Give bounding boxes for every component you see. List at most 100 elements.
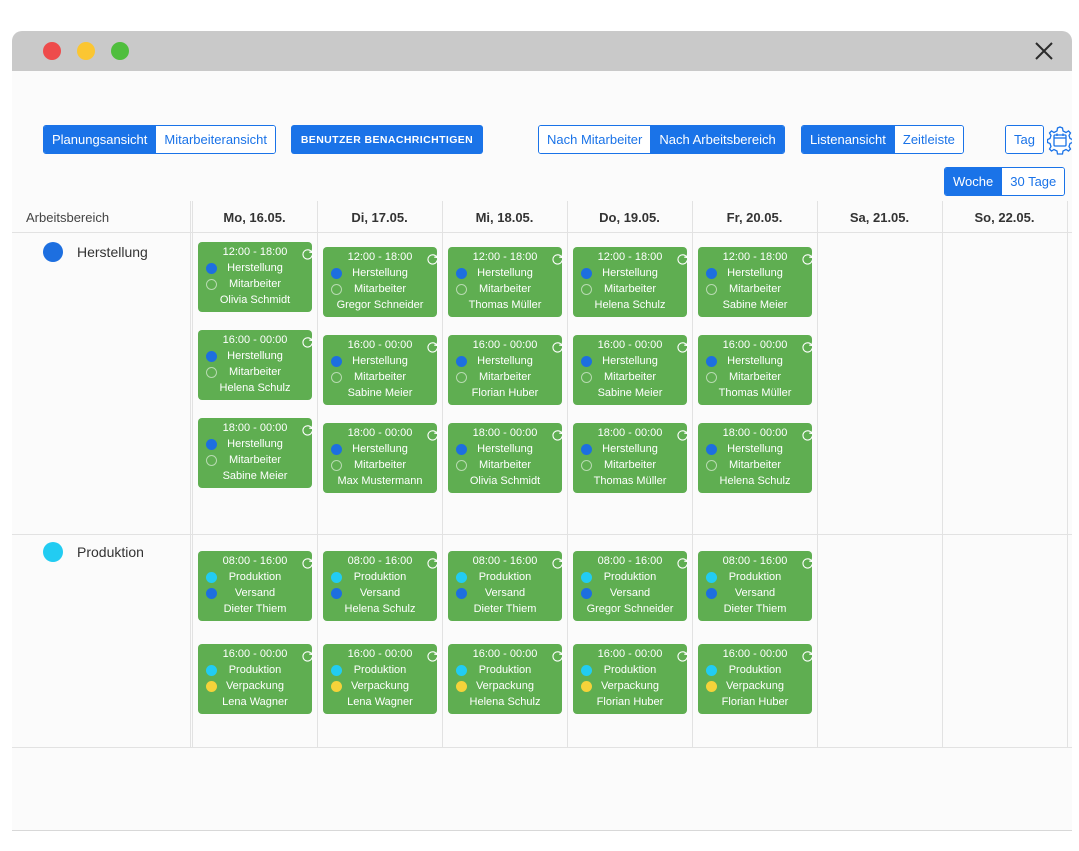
shift-card[interactable]: 12:00 - 18:00 Herstellung Mitarbeiter Helen… bbox=[573, 247, 688, 317]
shift-area: Herstellung bbox=[477, 267, 533, 279]
shift-area: Produktion bbox=[478, 664, 532, 676]
shift-card[interactable]: 08:00 - 16:00 Produktion Versand Gregor Sch… bbox=[573, 551, 688, 621]
shift-role: Versand bbox=[609, 587, 651, 599]
shift-area: Produktion bbox=[228, 571, 282, 583]
shift-employee: Max Mustermann bbox=[337, 475, 423, 487]
area-indicator-dot bbox=[206, 665, 217, 676]
shift-employee: Dieter Thiem bbox=[473, 603, 537, 615]
tab-tag[interactable]: Tag bbox=[1006, 126, 1043, 153]
shift-employee: Dieter Thiem bbox=[223, 603, 287, 615]
shift-role: Mitarbeiter bbox=[604, 283, 656, 295]
shift-time: 16:00 - 00:00 bbox=[222, 648, 288, 660]
area-indicator-dot bbox=[331, 444, 342, 455]
shift-card[interactable]: 18:00 - 00:00 Herstellung Mitarbeiter Olivi… bbox=[448, 423, 563, 493]
grid-divider bbox=[692, 201, 693, 747]
shift-time: 08:00 - 16:00 bbox=[222, 555, 288, 567]
shift-card[interactable]: 16:00 - 00:00 Produktion Verpackung Florian… bbox=[698, 644, 813, 714]
area-name: Herstellung bbox=[77, 244, 148, 260]
role-indicator-dot bbox=[456, 681, 467, 692]
shift-role: Mitarbeiter bbox=[729, 371, 781, 383]
tab-mitarbeiteransicht[interactable]: Mitarbeiteransicht bbox=[156, 126, 276, 153]
shift-time: 08:00 - 16:00 bbox=[722, 555, 788, 567]
column-header-day: Do, 19.05. bbox=[599, 209, 660, 225]
shift-card[interactable]: 16:00 - 00:00 Produktion Verpackung Florian… bbox=[573, 644, 688, 714]
shift-area: Produktion bbox=[603, 571, 657, 583]
tab-30-tage[interactable]: 30 Tage bbox=[1002, 168, 1065, 195]
column-header-arbeitsbereich: Arbeitsbereich bbox=[26, 209, 110, 225]
tab-nach-arbeitsbereich[interactable]: Nach Arbeitsbereich bbox=[651, 126, 784, 153]
shift-time: 12:00 - 18:00 bbox=[222, 246, 288, 258]
shift-card[interactable]: 16:00 - 00:00 Produktion Verpackung Helena … bbox=[448, 644, 563, 714]
shift-employee: Lena Wagner bbox=[347, 696, 413, 708]
shift-card[interactable]: 16:00 - 00:00 Herstellung Mitarbeiter Sabin… bbox=[323, 335, 438, 405]
notify-users-button[interactable]: BENUTZER BENACHRICHTIGEN bbox=[291, 125, 483, 154]
shift-role: Versand bbox=[359, 587, 401, 599]
shift-card[interactable]: 18:00 - 00:00 Herstellung Mitarbeiter Max M… bbox=[323, 423, 438, 493]
shift-time: 18:00 - 00:00 bbox=[222, 422, 288, 434]
group-toggle: Nach Mitarbeiter Nach Arbeitsbereich bbox=[538, 125, 785, 154]
shift-card[interactable]: 16:00 - 00:00 Herstellung Mitarbeiter Helen… bbox=[198, 330, 313, 400]
role-indicator-dot bbox=[206, 455, 217, 466]
tab-zeitleiste[interactable]: Zeitleiste bbox=[894, 126, 963, 153]
role-indicator-dot bbox=[706, 284, 717, 295]
shift-card[interactable]: 16:00 - 00:00 Herstellung Mitarbeiter Sabin… bbox=[573, 335, 688, 405]
shift-card[interactable]: 16:00 - 00:00 Produktion Verpackung Lena Wa… bbox=[323, 644, 438, 714]
shift-card[interactable]: 08:00 - 16:00 Produktion Versand Helena Sch… bbox=[323, 551, 438, 621]
shift-card[interactable]: 16:00 - 00:00 Herstellung Mitarbeiter Flori… bbox=[448, 335, 563, 405]
grid-divider bbox=[567, 201, 568, 747]
shift-time: 16:00 - 00:00 bbox=[472, 648, 538, 660]
shift-area: Herstellung bbox=[727, 267, 783, 279]
column-header-day: Mi, 18.05. bbox=[475, 209, 534, 225]
minimize-window-dot[interactable] bbox=[77, 42, 95, 60]
area-indicator-dot bbox=[706, 268, 717, 279]
range-toggle: Woche 30 Tage bbox=[944, 167, 1066, 196]
role-indicator-dot bbox=[331, 284, 342, 295]
shift-time: 12:00 - 18:00 bbox=[722, 251, 788, 263]
shift-card[interactable]: 18:00 - 00:00 Herstellung Mitarbeiter Thoma… bbox=[573, 423, 688, 493]
shift-time: 12:00 - 18:00 bbox=[597, 251, 663, 263]
grid-divider bbox=[1067, 201, 1068, 747]
role-indicator-dot bbox=[581, 681, 592, 692]
close-window-dot[interactable] bbox=[43, 42, 61, 60]
shift-card[interactable]: 16:00 - 00:00 Produktion Verpackung Lena Wa… bbox=[198, 644, 313, 714]
area-indicator-dot bbox=[456, 665, 467, 676]
area-name: Produktion bbox=[77, 544, 144, 560]
shift-area: Produktion bbox=[728, 664, 782, 676]
tab-planungsansicht[interactable]: Planungsansicht bbox=[44, 126, 157, 153]
grid-divider bbox=[817, 201, 818, 747]
shift-employee: Thomas Müller bbox=[468, 299, 542, 311]
title-bar bbox=[12, 31, 1072, 71]
shift-area: Herstellung bbox=[477, 443, 533, 455]
role-indicator-dot bbox=[331, 681, 342, 692]
close-icon[interactable] bbox=[1032, 39, 1056, 63]
day-header-row: Arbeitsbereich Mo, 16.05. Di, 17.05. Mi, 1… bbox=[12, 201, 1072, 233]
role-indicator-dot bbox=[706, 681, 717, 692]
shift-area: Herstellung bbox=[602, 443, 658, 455]
shift-card[interactable]: 12:00 - 18:00 Herstellung Mitarbeiter Grego… bbox=[323, 247, 438, 317]
shift-role: Mitarbeiter bbox=[354, 459, 406, 471]
column-header-day: So, 22.05. bbox=[974, 209, 1035, 225]
shift-role: Mitarbeiter bbox=[229, 278, 281, 290]
shift-card[interactable]: 08:00 - 16:00 Produktion Versand Dieter Thi… bbox=[198, 551, 313, 621]
shift-card[interactable]: 16:00 - 00:00 Herstellung Mitarbeiter Thoma… bbox=[698, 335, 813, 405]
shift-card[interactable]: 12:00 - 18:00 Herstellung Mitarbeiter Olivi… bbox=[198, 242, 313, 312]
role-indicator-dot bbox=[206, 367, 217, 378]
tab-nach-mitarbeiter[interactable]: Nach Mitarbeiter bbox=[539, 126, 652, 153]
tab-woche[interactable]: Woche bbox=[945, 168, 1003, 195]
shift-card[interactable]: 12:00 - 18:00 Herstellung Mitarbeiter Thoma… bbox=[448, 247, 563, 317]
shift-card[interactable]: 18:00 - 00:00 Herstellung Mitarbeiter Sabin… bbox=[198, 418, 313, 488]
shift-role: Versand bbox=[234, 587, 276, 599]
calendar-settings-icon[interactable] bbox=[1047, 125, 1072, 155]
role-indicator-dot bbox=[456, 588, 467, 599]
shift-card[interactable]: 08:00 - 16:00 Produktion Versand Dieter Thi… bbox=[448, 551, 563, 621]
tab-listenansicht[interactable]: Listenansicht bbox=[802, 126, 895, 153]
shift-role: Verpackung bbox=[350, 680, 410, 692]
shift-card[interactable]: 08:00 - 16:00 Produktion Versand Dieter Thi… bbox=[698, 551, 813, 621]
role-indicator-dot bbox=[706, 372, 717, 383]
shift-role: Mitarbeiter bbox=[604, 371, 656, 383]
maximize-window-dot[interactable] bbox=[111, 42, 129, 60]
shift-card[interactable]: 12:00 - 18:00 Herstellung Mitarbeiter Sabin… bbox=[698, 247, 813, 317]
shift-card[interactable]: 18:00 - 00:00 Herstellung Mitarbeiter Helen… bbox=[698, 423, 813, 493]
shift-employee: Sabine Meier bbox=[222, 470, 288, 482]
area-label: Herstellung bbox=[43, 242, 148, 262]
